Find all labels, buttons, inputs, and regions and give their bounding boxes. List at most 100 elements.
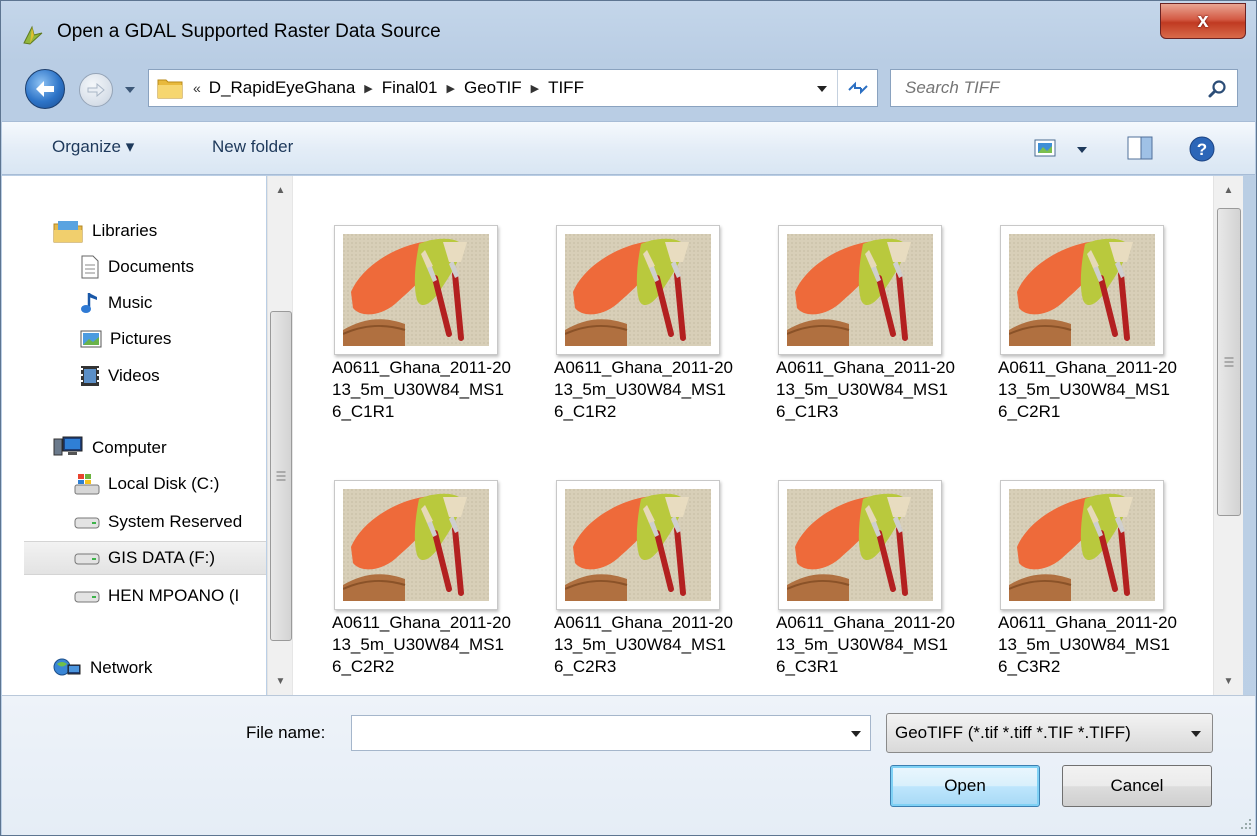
thumbnail-frame	[1000, 225, 1164, 355]
resize-grip-icon[interactable]	[1237, 815, 1253, 831]
refresh-icon	[847, 81, 868, 95]
file-type-filter[interactable]: GeoTIFF (*.tif *.tiff *.TIF *.TIFF)	[886, 713, 1213, 753]
breadcrumb-item[interactable]: Final01	[382, 78, 438, 98]
file-type-filter-value: GeoTIFF (*.tif *.tiff *.TIF *.TIFF)	[895, 723, 1131, 742]
image-file-icon	[343, 234, 489, 346]
file-name-label: A0611_Ghana_2011-2013_5m_U30W84_MS16_C2R…	[554, 613, 733, 676]
preview-pane-icon[interactable]	[1127, 136, 1153, 160]
title-bar[interactable]: Open a GDAL Supported Raster Data Source…	[1, 1, 1256, 63]
scrollbar-thumb[interactable]	[270, 311, 292, 641]
change-view-icon[interactable]	[1034, 138, 1056, 158]
breadcrumb-overflow[interactable]: «	[193, 80, 201, 96]
hard-drive-icon	[74, 591, 100, 603]
nav-item-videos[interactable]: Videos	[80, 359, 160, 393]
windows-drive-icon	[74, 474, 100, 495]
refresh-button[interactable]	[837, 70, 877, 106]
file-name-label: A0611_Ghana_2011-2013_5m_U30W84_MS16_C1R…	[554, 358, 733, 421]
command-bar: Organize ▾ New folder ?	[2, 121, 1255, 175]
breadcrumb-item[interactable]: GeoTIF	[464, 78, 522, 98]
nav-item-libraries[interactable]: Libraries	[52, 214, 157, 248]
nav-item-local-disk[interactable]: Local Disk (C:)	[74, 467, 219, 501]
file-name-combobox[interactable]	[351, 715, 871, 751]
libraries-icon	[53, 221, 83, 243]
nav-item-label: Network	[90, 658, 153, 677]
arrow-left-icon	[36, 81, 54, 97]
scroll-down-icon[interactable]: ▼	[268, 671, 293, 691]
nav-item-label: GIS DATA (F:)	[108, 548, 216, 567]
search-box[interactable]	[890, 69, 1238, 107]
breadcrumb-separator-icon[interactable]: ▶	[364, 82, 372, 95]
cancel-button[interactable]: Cancel	[1062, 765, 1212, 807]
help-icon[interactable]: ?	[1188, 135, 1216, 163]
file-name-label: A0611_Ghana_2011-2013_5m_U30W84_MS16_C3R…	[998, 613, 1177, 676]
image-file-icon	[1009, 234, 1155, 346]
dialog-window: Open a GDAL Supported Raster Data Source…	[0, 0, 1257, 836]
nav-item-label: Computer	[92, 438, 167, 457]
file-type-dropdown-icon[interactable]	[1190, 730, 1202, 738]
file-name-label: A0611_Ghana_2011-2013_5m_U30W84_MS16_C2R…	[998, 358, 1177, 421]
nav-pane-scrollbar[interactable]: ▲ ▼	[267, 176, 293, 695]
recent-pages-dropdown-icon[interactable]	[123, 81, 137, 99]
thumbnail-frame	[778, 225, 942, 355]
nav-item-label: Local Disk (C:)	[108, 474, 220, 493]
organize-menu-button[interactable]: Organize ▾	[52, 137, 134, 157]
scroll-down-icon[interactable]: ▼	[1214, 671, 1243, 691]
scroll-up-icon[interactable]: ▲	[1214, 180, 1243, 200]
scroll-up-icon[interactable]: ▲	[268, 180, 293, 200]
videos-icon	[81, 366, 99, 386]
back-button[interactable]	[25, 69, 65, 109]
image-file-icon	[343, 489, 489, 601]
nav-item-label: Pictures	[110, 329, 172, 348]
image-file-icon	[787, 234, 933, 346]
nav-item-music[interactable]: Music	[80, 286, 152, 320]
thumbnail-frame	[334, 480, 498, 610]
nav-item-label: HEN MPOANO (I	[108, 586, 240, 605]
music-icon	[81, 293, 97, 313]
file-name-label: A0611_Ghana_2011-2013_5m_U30W84_MS16_C1R…	[776, 358, 955, 421]
search-input[interactable]	[905, 78, 1195, 98]
file-name-label: A0611_Ghana_2011-2013_5m_U30W84_MS16_C1R…	[332, 358, 511, 421]
nav-item-label: Videos	[108, 366, 160, 385]
pictures-icon	[80, 330, 102, 348]
nav-item-documents[interactable]: Documents	[80, 250, 194, 284]
nav-item-network[interactable]: Network	[52, 651, 152, 685]
computer-icon	[53, 436, 83, 456]
image-file-icon	[565, 234, 711, 346]
search-icon[interactable]	[1207, 79, 1227, 99]
breadcrumb: « D_RapidEyeGhana ▶ Final01 ▶ GeoTIF ▶ T…	[193, 78, 584, 98]
breadcrumb-separator-icon[interactable]: ▶	[531, 82, 539, 95]
file-name-input[interactable]	[360, 718, 830, 748]
file-name-dropdown-icon[interactable]	[850, 730, 862, 738]
address-bar[interactable]: « D_RapidEyeGhana ▶ Final01 ▶ GeoTIF ▶ T…	[148, 69, 878, 107]
nav-item-label: Libraries	[92, 221, 158, 240]
new-folder-button[interactable]: New folder	[212, 137, 293, 157]
nav-item-gis-data[interactable]: GIS DATA (F:)	[24, 541, 266, 575]
scroll-grip-icon	[276, 471, 286, 481]
breadcrumb-separator-icon[interactable]: ▶	[447, 82, 455, 95]
window-title: Open a GDAL Supported Raster Data Source	[57, 21, 441, 42]
nav-item-system-reserved[interactable]: System Reserved	[74, 505, 242, 539]
thumbnail-frame	[778, 480, 942, 610]
view-options-dropdown-icon[interactable]	[1076, 146, 1088, 154]
nav-item-pictures[interactable]: Pictures	[80, 322, 171, 356]
nav-item-hen-mpoano[interactable]: HEN MPOANO (I	[74, 579, 239, 613]
scrollbar-thumb[interactable]	[1217, 208, 1241, 516]
navigation-pane[interactable]: Libraries Documents Music Pictures Video…	[2, 176, 266, 695]
arrow-right-icon	[87, 83, 105, 97]
open-button[interactable]: Open	[890, 765, 1040, 807]
file-list[interactable]: A0611_Ghana_2011-2013_5m_U30W84_MS16_C1R…	[298, 176, 1213, 695]
file-list-scrollbar[interactable]: ▲ ▼	[1213, 176, 1243, 695]
close-button[interactable]: x	[1160, 3, 1246, 39]
folder-icon	[157, 79, 183, 99]
close-icon: x	[1197, 9, 1209, 32]
address-dropdown-icon[interactable]	[813, 79, 831, 97]
forward-button[interactable]	[79, 73, 113, 107]
nav-item-computer[interactable]: Computer	[52, 431, 167, 465]
document-icon	[81, 255, 99, 279]
svg-text:?: ?	[1197, 140, 1207, 159]
breadcrumb-item[interactable]: TIFF	[548, 78, 584, 98]
qgis-logo-icon	[23, 25, 43, 45]
file-name-label: A0611_Ghana_2011-2013_5m_U30W84_MS16_C3R…	[776, 613, 955, 676]
file-name-label: A0611_Ghana_2011-2013_5m_U30W84_MS16_C2R…	[332, 613, 511, 676]
breadcrumb-item[interactable]: D_RapidEyeGhana	[209, 78, 355, 98]
